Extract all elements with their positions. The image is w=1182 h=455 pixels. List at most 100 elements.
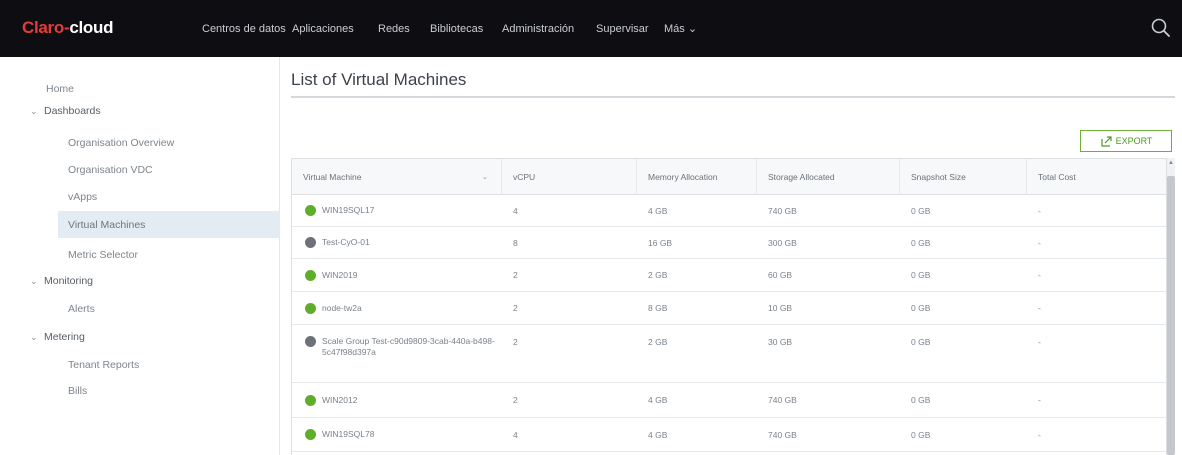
vm-cell: WIN19SQL17 — [292, 195, 522, 226]
nav-redes[interactable]: Redes — [378, 0, 410, 57]
claro-cloud-logo[interactable]: Claro-cloud — [22, 18, 113, 38]
vm-cell: WIN2019 — [292, 259, 522, 291]
vm-cell: Scale Group Test-c90d9809-3cab-440a-b498… — [292, 325, 522, 382]
table-row[interactable]: node-tw2a 2 8 GB 10 GB 0 GB - — [292, 292, 1166, 325]
logo-brand: Claro — [22, 18, 64, 37]
snapshot-value: 0 GB — [911, 337, 931, 347]
nav-mas-dropdown[interactable]: Más ⌄ — [664, 0, 697, 57]
header-label: Virtual Machine — [303, 172, 362, 182]
logo-product: cloud — [69, 18, 114, 37]
chevron-down-icon: ⌄ — [30, 331, 38, 342]
sort-icon[interactable]: ⌄ — [482, 173, 488, 181]
vm-name[interactable]: Test-CyO-01 — [322, 237, 522, 248]
storage-value: 10 GB — [768, 303, 793, 313]
status-on-icon — [305, 269, 316, 281]
column-header-virtual-machine[interactable]: Virtual Machine ⌄ — [292, 159, 502, 195]
sidebar-item-bills[interactable]: Bills — [68, 381, 87, 401]
sidebar-item-vapps[interactable]: vApps — [68, 187, 97, 207]
table-row[interactable]: WIN2019 2 2 GB 60 GB 0 GB - — [292, 259, 1166, 292]
status-off-icon — [305, 237, 316, 248]
search-icon[interactable] — [1150, 17, 1172, 39]
sidebar-group-label: Metering — [44, 331, 85, 343]
vm-name[interactable]: Scale Group Test-c90d9809-3cab-440a-b498… — [322, 336, 522, 358]
sidebar-group-label: Dashboards — [44, 105, 101, 117]
status-on-icon — [305, 429, 316, 440]
export-label: EXPORT — [1115, 136, 1153, 146]
page-title: List of Virtual Machines — [291, 70, 467, 89]
vm-name[interactable]: WIN2012 — [322, 395, 522, 406]
snapshot-value: 0 GB — [911, 303, 931, 313]
cost-value: - — [1038, 429, 1041, 440]
vcpu-value: 4 — [513, 429, 518, 440]
sidebar-item-home[interactable]: Home — [46, 79, 74, 99]
cost-value: - — [1038, 270, 1041, 280]
table-row[interactable]: Scale Group Test-c90d9809-3cab-440a-b498… — [292, 325, 1166, 383]
sidebar-item-metric-selector[interactable]: Metric Selector — [68, 245, 138, 265]
column-header-snapshot[interactable]: Snapshot Size — [900, 159, 1027, 195]
top-navigation-bar: Claro-cloud Centros de datos Aplicacione… — [0, 0, 1182, 57]
title-divider — [291, 96, 1175, 98]
status-off-icon — [305, 336, 316, 347]
storage-value: 30 GB — [768, 337, 793, 347]
vm-cell: WIN2012 — [292, 383, 522, 417]
cost-value: - — [1038, 337, 1041, 347]
memory-value: 4 GB — [648, 205, 668, 216]
status-on-icon — [305, 394, 316, 406]
vcpu-value: 2 — [513, 303, 518, 313]
vm-cell: node-tw2a — [292, 292, 522, 324]
storage-value: 300 GB — [768, 237, 797, 248]
column-header-vcpu[interactable]: vCPU — [502, 159, 637, 195]
sidebar-item-virtual-machines[interactable]: Virtual Machines — [58, 211, 280, 238]
column-header-total-cost[interactable]: Total Cost — [1027, 159, 1166, 195]
vm-cell: Test-CyO-01 — [292, 227, 522, 258]
memory-value: 16 GB — [648, 237, 673, 248]
snapshot-value: 0 GB — [911, 395, 931, 405]
storage-value: 740 GB — [768, 395, 797, 405]
sidebar-group-metering[interactable]: ⌄ Metering — [30, 327, 85, 347]
storage-value: 740 GB — [768, 205, 797, 216]
storage-value: 60 GB — [768, 270, 793, 280]
nav-supervisar[interactable]: Supervisar — [596, 0, 649, 57]
vm-cell: WIN19SQL78 — [292, 418, 522, 451]
export-button[interactable]: EXPORT — [1080, 130, 1172, 152]
nav-administracion[interactable]: Administración — [502, 0, 574, 57]
snapshot-value: 0 GB — [911, 237, 931, 248]
column-header-storage[interactable]: Storage Allocated — [757, 159, 900, 195]
table-row[interactable]: WIN19SQL78 4 4 GB 740 GB 0 GB - — [292, 418, 1166, 452]
vcpu-value: 4 — [513, 205, 518, 216]
vm-name[interactable]: WIN2019 — [322, 270, 522, 281]
chevron-down-icon: ⌄ — [30, 105, 38, 116]
storage-value: 740 GB — [768, 429, 797, 440]
memory-value: 4 GB — [648, 429, 668, 440]
memory-value: 2 GB — [648, 337, 668, 347]
table-header: Virtual Machine ⌄ vCPU Memory Allocation… — [292, 159, 1166, 195]
cost-value: - — [1038, 395, 1041, 405]
table-row[interactable]: WIN19SQL17 4 4 GB 740 GB 0 GB - — [292, 195, 1166, 227]
table-row[interactable]: WIN2012 2 4 GB 740 GB 0 GB - — [292, 383, 1166, 418]
sidebar-group-monitoring[interactable]: ⌄ Monitoring — [30, 271, 93, 291]
sidebar-item-tenant-reports[interactable]: Tenant Reports — [68, 355, 139, 375]
vcpu-value: 2 — [513, 270, 518, 280]
sidebar-item-organisation-overview[interactable]: Organisation Overview — [68, 133, 174, 153]
column-header-memory[interactable]: Memory Allocation — [637, 159, 757, 195]
scroll-up-icon[interactable]: ▲ — [1167, 160, 1175, 172]
table-scrollbar-thumb[interactable] — [1167, 176, 1175, 455]
sidebar-item-organisation-vdc[interactable]: Organisation VDC — [68, 160, 153, 180]
cost-value: - — [1038, 237, 1041, 248]
sidebar-group-label: Monitoring — [44, 275, 94, 287]
status-on-icon — [305, 205, 316, 216]
table-row[interactable]: Test-CyO-01 8 16 GB 300 GB 0 GB - — [292, 227, 1166, 259]
status-on-icon — [305, 302, 316, 314]
vm-name[interactable]: node-tw2a — [322, 303, 522, 314]
sidebar: Home ⌄ Dashboards Organisation Overview … — [8, 57, 280, 455]
export-icon — [1100, 135, 1112, 147]
vm-name[interactable]: WIN19SQL78 — [322, 429, 522, 440]
vm-name[interactable]: WIN19SQL17 — [322, 205, 522, 216]
nav-bibliotecas[interactable]: Bibliotecas — [430, 0, 483, 57]
nav-centros-de-datos[interactable]: Centros de datos — [202, 0, 286, 57]
sidebar-item-alerts[interactable]: Alerts — [68, 299, 95, 319]
nav-aplicaciones[interactable]: Aplicaciones — [292, 0, 354, 57]
memory-value: 4 GB — [648, 395, 668, 405]
vm-table: Virtual Machine ⌄ vCPU Memory Allocation… — [291, 158, 1167, 455]
sidebar-group-dashboards[interactable]: ⌄ Dashboards — [30, 101, 101, 121]
